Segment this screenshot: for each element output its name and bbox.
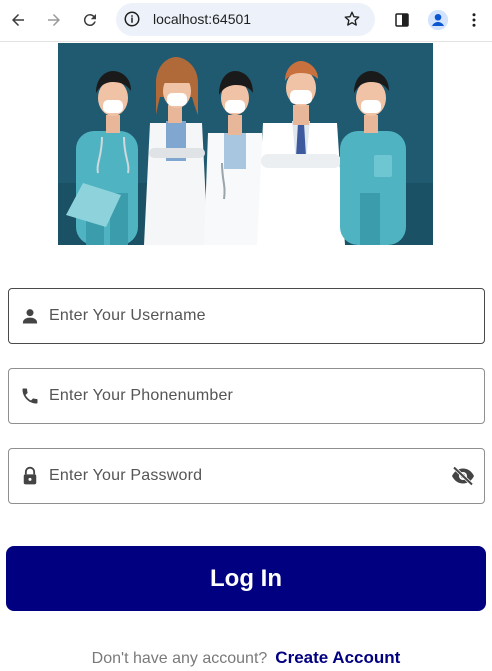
forward-icon[interactable] (42, 8, 66, 32)
signup-question: Don't have any account? (91, 650, 268, 667)
phone-field[interactable]: Enter Your Phonenumber (8, 368, 485, 424)
signup-prompt: Don't have any account? Create Account (0, 648, 492, 668)
browser-toolbar: localhost:64501 (0, 0, 492, 42)
password-placeholder: Enter Your Password (49, 467, 203, 484)
bookmark-star-icon[interactable] (342, 9, 362, 29)
doctors-illustration (58, 43, 433, 245)
login-button-label: Log In (210, 564, 282, 592)
login-button[interactable]: Log In (6, 546, 486, 611)
phone-icon (19, 385, 41, 407)
username-placeholder: Enter Your Username (49, 307, 206, 324)
address-bar[interactable]: localhost:64501 (116, 3, 375, 36)
side-panel-icon[interactable] (390, 8, 414, 32)
site-info-icon[interactable] (122, 9, 142, 29)
phone-placeholder: Enter Your Phonenumber (49, 387, 234, 404)
url-text: localhost:64501 (153, 11, 252, 27)
profile-icon[interactable] (426, 8, 450, 32)
password-field[interactable]: Enter Your Password (8, 448, 485, 504)
create-account-link[interactable]: Create Account (275, 648, 400, 667)
lock-icon (19, 465, 41, 487)
username-field[interactable]: Enter Your Username (8, 288, 485, 344)
visibility-off-icon[interactable] (450, 465, 476, 487)
reload-icon[interactable] (78, 8, 102, 32)
person-icon (19, 305, 41, 327)
back-icon[interactable] (6, 8, 30, 32)
menu-icon[interactable] (462, 8, 486, 32)
